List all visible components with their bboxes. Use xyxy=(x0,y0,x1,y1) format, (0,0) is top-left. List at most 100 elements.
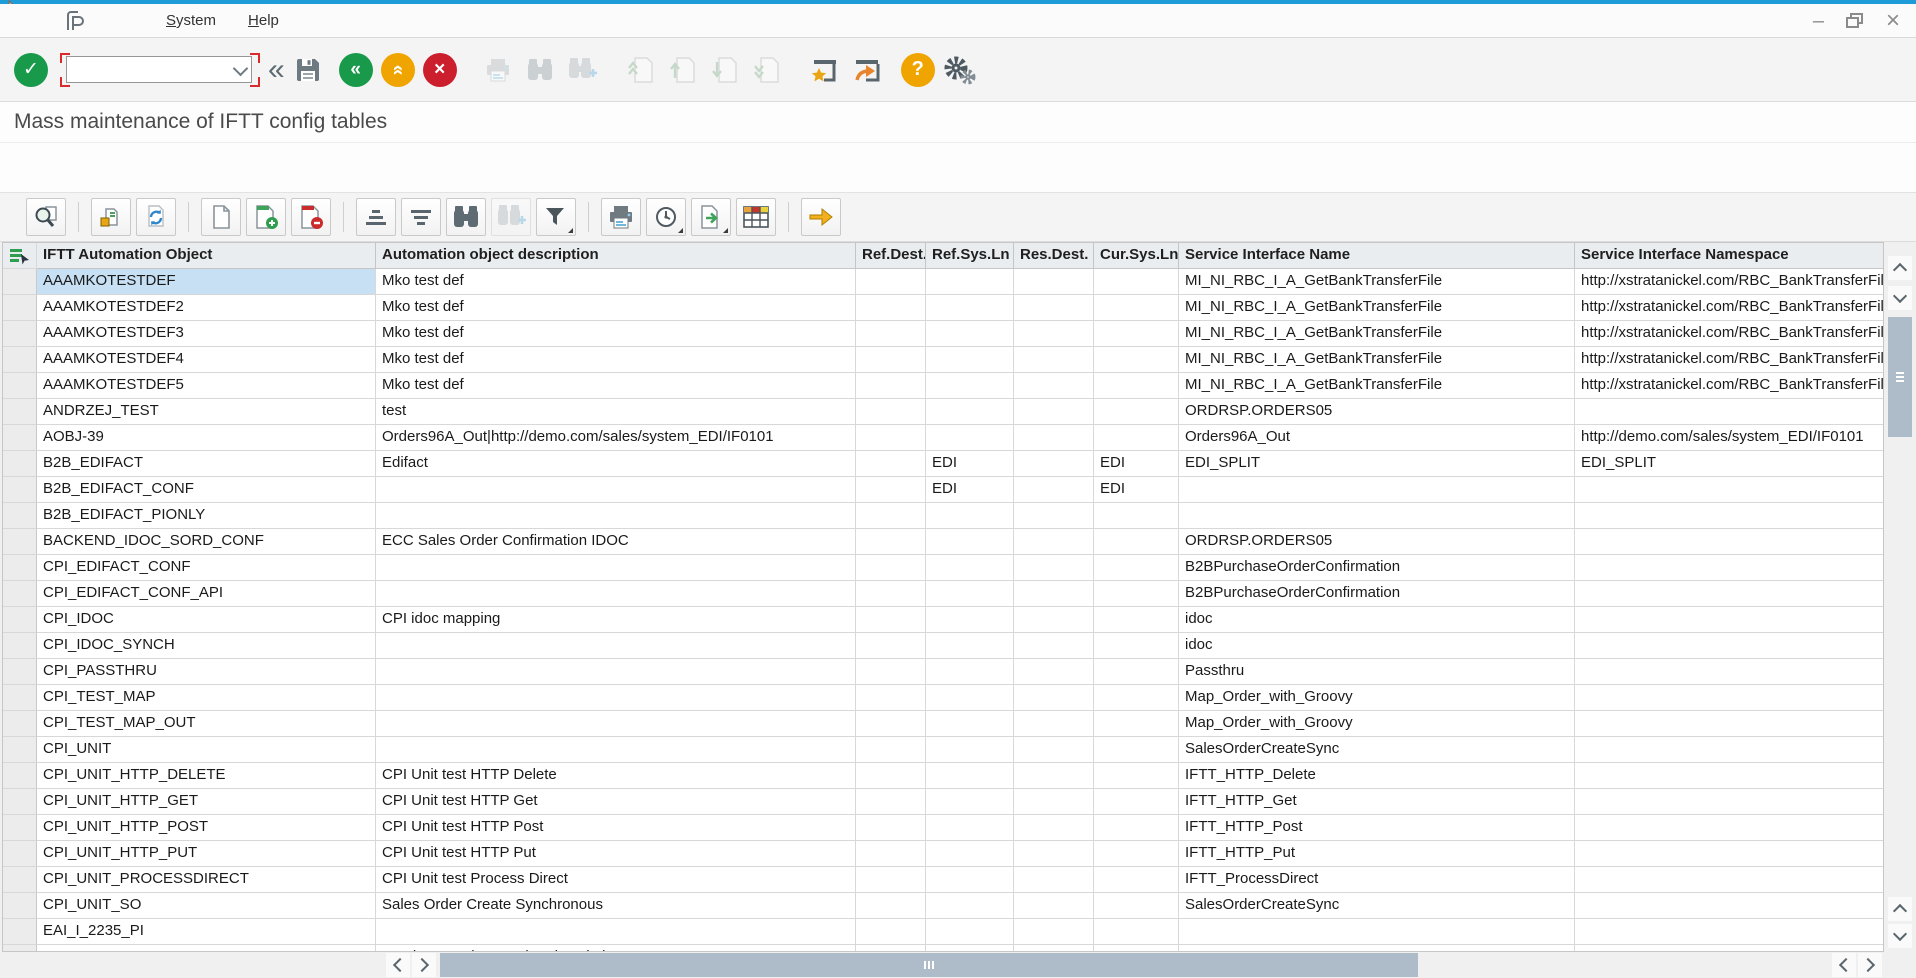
cell-ref_sys[interactable] xyxy=(926,763,1014,789)
cell-desc[interactable] xyxy=(376,477,856,503)
minimize-button[interactable]: – xyxy=(1813,11,1824,31)
cell-ref_sys[interactable] xyxy=(926,659,1014,685)
cell-cur_sys[interactable] xyxy=(1094,633,1179,659)
row-selector[interactable] xyxy=(3,919,37,945)
cell-sif_name[interactable]: MI_NI_RBC_I_A_GetBankTransferFile xyxy=(1179,347,1575,373)
cell-ref_dest[interactable] xyxy=(856,373,926,399)
cell-desc[interactable]: ECC Sales Order Confirmation IDOC xyxy=(376,529,856,555)
cell-sif_name[interactable]: MI_NI_RBC_I_A_GetBankTransferFile xyxy=(1179,373,1575,399)
row-selector[interactable] xyxy=(3,841,37,867)
close-button[interactable]: × xyxy=(1886,11,1900,31)
grid-print-icon[interactable] xyxy=(601,198,641,236)
horizontal-scrollbar[interactable] xyxy=(0,952,1916,978)
cell-res_dest[interactable] xyxy=(1014,659,1094,685)
cell-cur_sys[interactable] xyxy=(1094,815,1179,841)
cell-res_dest[interactable] xyxy=(1014,555,1094,581)
cell-obj[interactable]: B2B_EDIFACT_CONF xyxy=(37,477,376,503)
cell-res_dest[interactable] xyxy=(1014,529,1094,555)
cell-ref_sys[interactable] xyxy=(926,529,1014,555)
scroll-left-button[interactable] xyxy=(386,953,410,977)
cell-ref_sys[interactable] xyxy=(926,841,1014,867)
scroll-down-button-bottom[interactable] xyxy=(1888,924,1912,948)
cell-res_dest[interactable] xyxy=(1014,477,1094,503)
create-entry-icon[interactable] xyxy=(201,198,241,236)
create-shortcut-icon[interactable] xyxy=(849,53,883,87)
column-header-desc[interactable]: Automation object description xyxy=(376,243,856,269)
customize-layout-icon[interactable] xyxy=(943,53,977,87)
cell-desc[interactable] xyxy=(376,737,856,763)
row-selector[interactable] xyxy=(3,373,37,399)
cell-ref_dest[interactable] xyxy=(856,295,926,321)
cell-sif_ns[interactable]: EDI_SPLIT xyxy=(1575,451,1884,477)
cell-ref_dest[interactable] xyxy=(856,789,926,815)
cell-obj[interactable]: AAAMKOTESTDEF xyxy=(37,269,376,295)
cell-sif_name[interactable]: EDI_SPLIT xyxy=(1179,451,1575,477)
cell-obj[interactable]: BACKEND_IDOC_SORD_CONF xyxy=(37,529,376,555)
cell-obj[interactable]: CPI_UNIT_SO xyxy=(37,893,376,919)
cell-obj[interactable]: CPI_PASSTHRU xyxy=(37,659,376,685)
cell-obj[interactable]: EAI_I_2235_PI xyxy=(37,919,376,945)
cell-ref_dest[interactable] xyxy=(856,659,926,685)
cell-ref_sys[interactable] xyxy=(926,373,1014,399)
cell-sif_ns[interactable]: http://demo.com/sales/system_EDI/IF0101 xyxy=(1575,425,1884,451)
column-header-obj[interactable]: IFTT Automation Object xyxy=(37,243,376,269)
cell-res_dest[interactable] xyxy=(1014,737,1094,763)
scroll-down-button[interactable] xyxy=(1888,286,1912,310)
scroll-right-button[interactable] xyxy=(412,953,436,977)
cell-cur_sys[interactable] xyxy=(1094,737,1179,763)
cell-obj[interactable]: ANDRZEJ_TEST xyxy=(37,399,376,425)
cancel-button[interactable]: × xyxy=(423,53,457,87)
cell-ref_dest[interactable] xyxy=(856,633,926,659)
cell-res_dest[interactable] xyxy=(1014,633,1094,659)
row-selector[interactable] xyxy=(3,581,37,607)
row-selector[interactable] xyxy=(3,295,37,321)
cell-desc[interactable]: CPI Unit test HTTP Delete xyxy=(376,763,856,789)
row-selector[interactable] xyxy=(3,763,37,789)
cell-res_dest[interactable] xyxy=(1014,893,1094,919)
cell-ref_sys[interactable] xyxy=(926,815,1014,841)
export-icon[interactable] xyxy=(691,198,731,236)
cell-sif_ns[interactable] xyxy=(1575,945,1884,952)
cell-desc[interactable]: CPI Unit test HTTP Get xyxy=(376,789,856,815)
cell-ref_sys[interactable] xyxy=(926,503,1014,529)
cell-res_dest[interactable] xyxy=(1014,867,1094,893)
cell-ref_dest[interactable] xyxy=(856,893,926,919)
cell-desc[interactable]: CPI Unit test HTTP Post xyxy=(376,815,856,841)
cell-ref_dest[interactable] xyxy=(856,737,926,763)
scroll-left-button-right[interactable] xyxy=(1832,953,1856,977)
cell-res_dest[interactable] xyxy=(1014,607,1094,633)
cell-ref_dest[interactable] xyxy=(856,555,926,581)
cell-desc[interactable]: Purchase Order creation description xyxy=(376,945,856,952)
cell-desc[interactable]: CPI Unit test HTTP Put xyxy=(376,841,856,867)
delete-row-icon[interactable] xyxy=(291,198,331,236)
cell-res_dest[interactable] xyxy=(1014,763,1094,789)
menu-item-system[interactable]: System xyxy=(152,8,230,33)
cell-obj[interactable]: AOBJ-39 xyxy=(37,425,376,451)
cell-ref_dest[interactable] xyxy=(856,711,926,737)
refresh-icon[interactable] xyxy=(136,198,176,236)
cell-cur_sys[interactable]: ERP xyxy=(1094,945,1179,952)
cell-sif_name[interactable]: B2BPurchaseOrderConfirmation xyxy=(1179,581,1575,607)
cell-desc[interactable]: Mko test def xyxy=(376,295,856,321)
cell-ref_dest[interactable] xyxy=(856,919,926,945)
row-selector[interactable] xyxy=(3,607,37,633)
cell-cur_sys[interactable]: EDI xyxy=(1094,477,1179,503)
add-row-icon[interactable] xyxy=(246,198,286,236)
views-icon[interactable] xyxy=(646,198,686,236)
cell-ref_sys[interactable] xyxy=(926,399,1014,425)
cell-sif_name[interactable] xyxy=(1179,477,1575,503)
cell-ref_dest[interactable] xyxy=(856,815,926,841)
cell-obj[interactable]: CPI_UNIT_HTTP_GET xyxy=(37,789,376,815)
cell-ref_sys[interactable] xyxy=(926,919,1014,945)
cell-sif_name[interactable]: SalesOrderCreateSync xyxy=(1179,893,1575,919)
transfer-icon[interactable] xyxy=(801,198,841,236)
cell-desc[interactable] xyxy=(376,685,856,711)
cell-res_dest[interactable] xyxy=(1014,321,1094,347)
cell-sif_ns[interactable] xyxy=(1575,503,1884,529)
cell-ref_dest[interactable] xyxy=(856,763,926,789)
cell-desc[interactable]: test xyxy=(376,399,856,425)
scroll-up-button-bottom[interactable] xyxy=(1888,897,1912,921)
vertical-scrollbar[interactable] xyxy=(1884,242,1916,952)
cell-ref_dest[interactable] xyxy=(856,321,926,347)
cell-obj[interactable]: CPI_UNIT_PROCESSDIRECT xyxy=(37,867,376,893)
